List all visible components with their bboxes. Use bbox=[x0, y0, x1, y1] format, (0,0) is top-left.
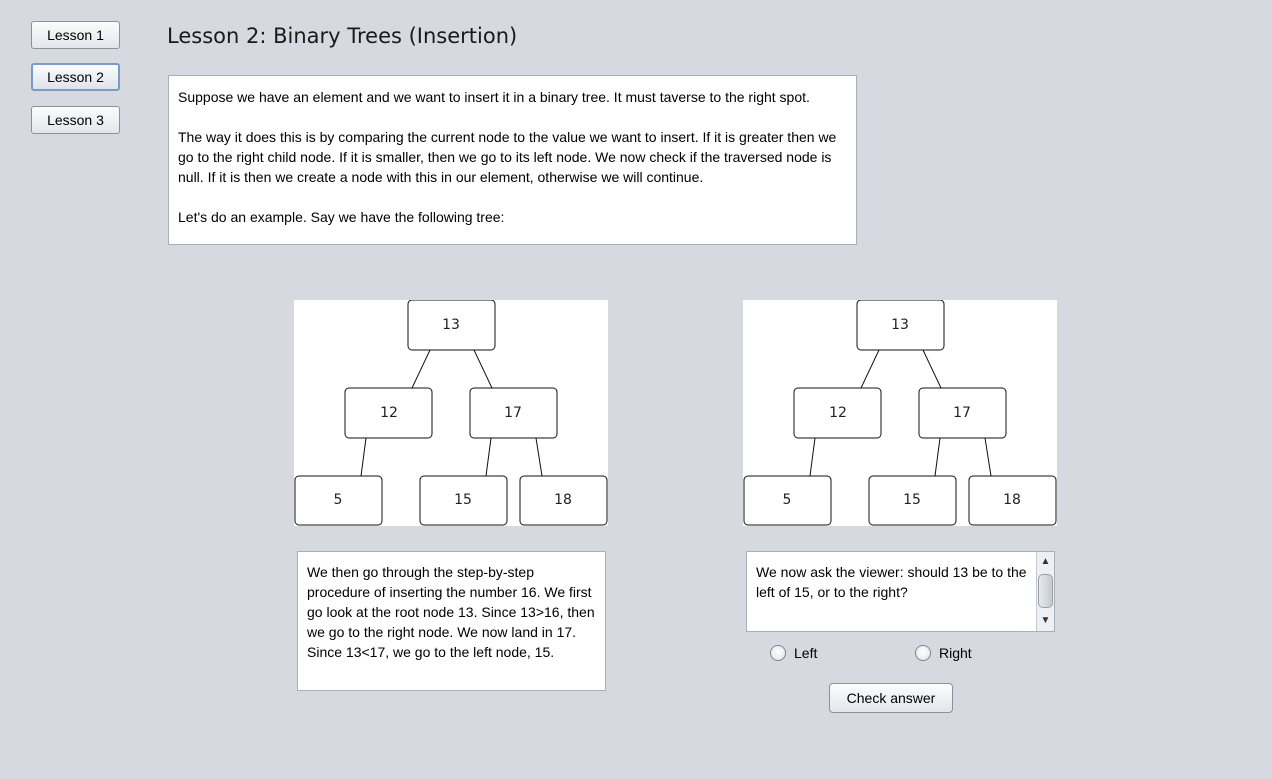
tree-node: 13 bbox=[856, 300, 945, 351]
svg-text:17: 17 bbox=[953, 405, 971, 421]
tree-node: 12 bbox=[793, 387, 882, 439]
intro-text-panel: Suppose we have an element and we want t… bbox=[168, 75, 857, 245]
svg-text:15: 15 bbox=[454, 492, 472, 508]
svg-text:13: 13 bbox=[891, 317, 909, 333]
tree-node: 5 bbox=[294, 475, 383, 526]
svg-text:15: 15 bbox=[903, 492, 921, 508]
tree-node: 5 bbox=[743, 475, 832, 526]
tree-diagram-1: 13 12 17 5 15 18 bbox=[294, 300, 608, 526]
svg-text:13: 13 bbox=[442, 317, 460, 333]
intro-paragraph: Suppose we have an element and we want t… bbox=[178, 89, 810, 105]
tree-node: 17 bbox=[469, 387, 558, 439]
vertical-scrollbar[interactable]: ▲ ▼ bbox=[1036, 552, 1054, 631]
radio-right[interactable]: Right bbox=[915, 645, 972, 661]
radio-right-label: Right bbox=[939, 645, 972, 661]
tree-node: 17 bbox=[918, 387, 1007, 439]
tree-node: 15 bbox=[868, 475, 957, 526]
svg-text:5: 5 bbox=[783, 492, 792, 508]
lesson-title: Lesson 2: Binary Trees (Insertion) bbox=[167, 24, 518, 48]
tree-node: 18 bbox=[968, 475, 1057, 526]
svg-text:18: 18 bbox=[554, 492, 572, 508]
svg-text:12: 12 bbox=[829, 405, 847, 421]
description-text-box: We then go through the step-by-step proc… bbox=[297, 551, 606, 691]
radio-left[interactable]: Left bbox=[770, 645, 817, 661]
lesson-3-button[interactable]: Lesson 3 bbox=[31, 106, 120, 134]
radio-circle-icon[interactable] bbox=[770, 645, 786, 661]
question-text-box: We now ask the viewer: should 13 be to t… bbox=[746, 551, 1055, 632]
check-answer-button[interactable]: Check answer bbox=[829, 683, 953, 713]
tree-diagram-2: 13 12 17 5 15 18 bbox=[743, 300, 1057, 526]
question-text: We now ask the viewer: should 13 be to t… bbox=[756, 564, 1027, 600]
tree-node: 12 bbox=[344, 387, 433, 439]
tree-node: 13 bbox=[407, 300, 496, 351]
svg-text:18: 18 bbox=[1003, 492, 1021, 508]
lesson-2-button[interactable]: Lesson 2 bbox=[31, 63, 120, 91]
intro-paragraph: Let's do an example. Say we have the fol… bbox=[178, 209, 505, 225]
scroll-up-arrow-icon[interactable]: ▲ bbox=[1037, 554, 1054, 570]
tree-node: 15 bbox=[419, 475, 508, 526]
radio-left-label: Left bbox=[794, 645, 818, 661]
lesson-1-button[interactable]: Lesson 1 bbox=[31, 21, 120, 49]
intro-paragraph: The way it does this is by comparing the… bbox=[178, 129, 837, 185]
svg-text:17: 17 bbox=[504, 405, 522, 421]
tree-node: 18 bbox=[519, 475, 608, 526]
scroll-down-arrow-icon[interactable]: ▼ bbox=[1037, 613, 1054, 629]
scrollbar-thumb[interactable] bbox=[1038, 574, 1053, 608]
svg-text:12: 12 bbox=[380, 405, 398, 421]
svg-text:5: 5 bbox=[334, 492, 343, 508]
radio-circle-icon[interactable] bbox=[915, 645, 931, 661]
